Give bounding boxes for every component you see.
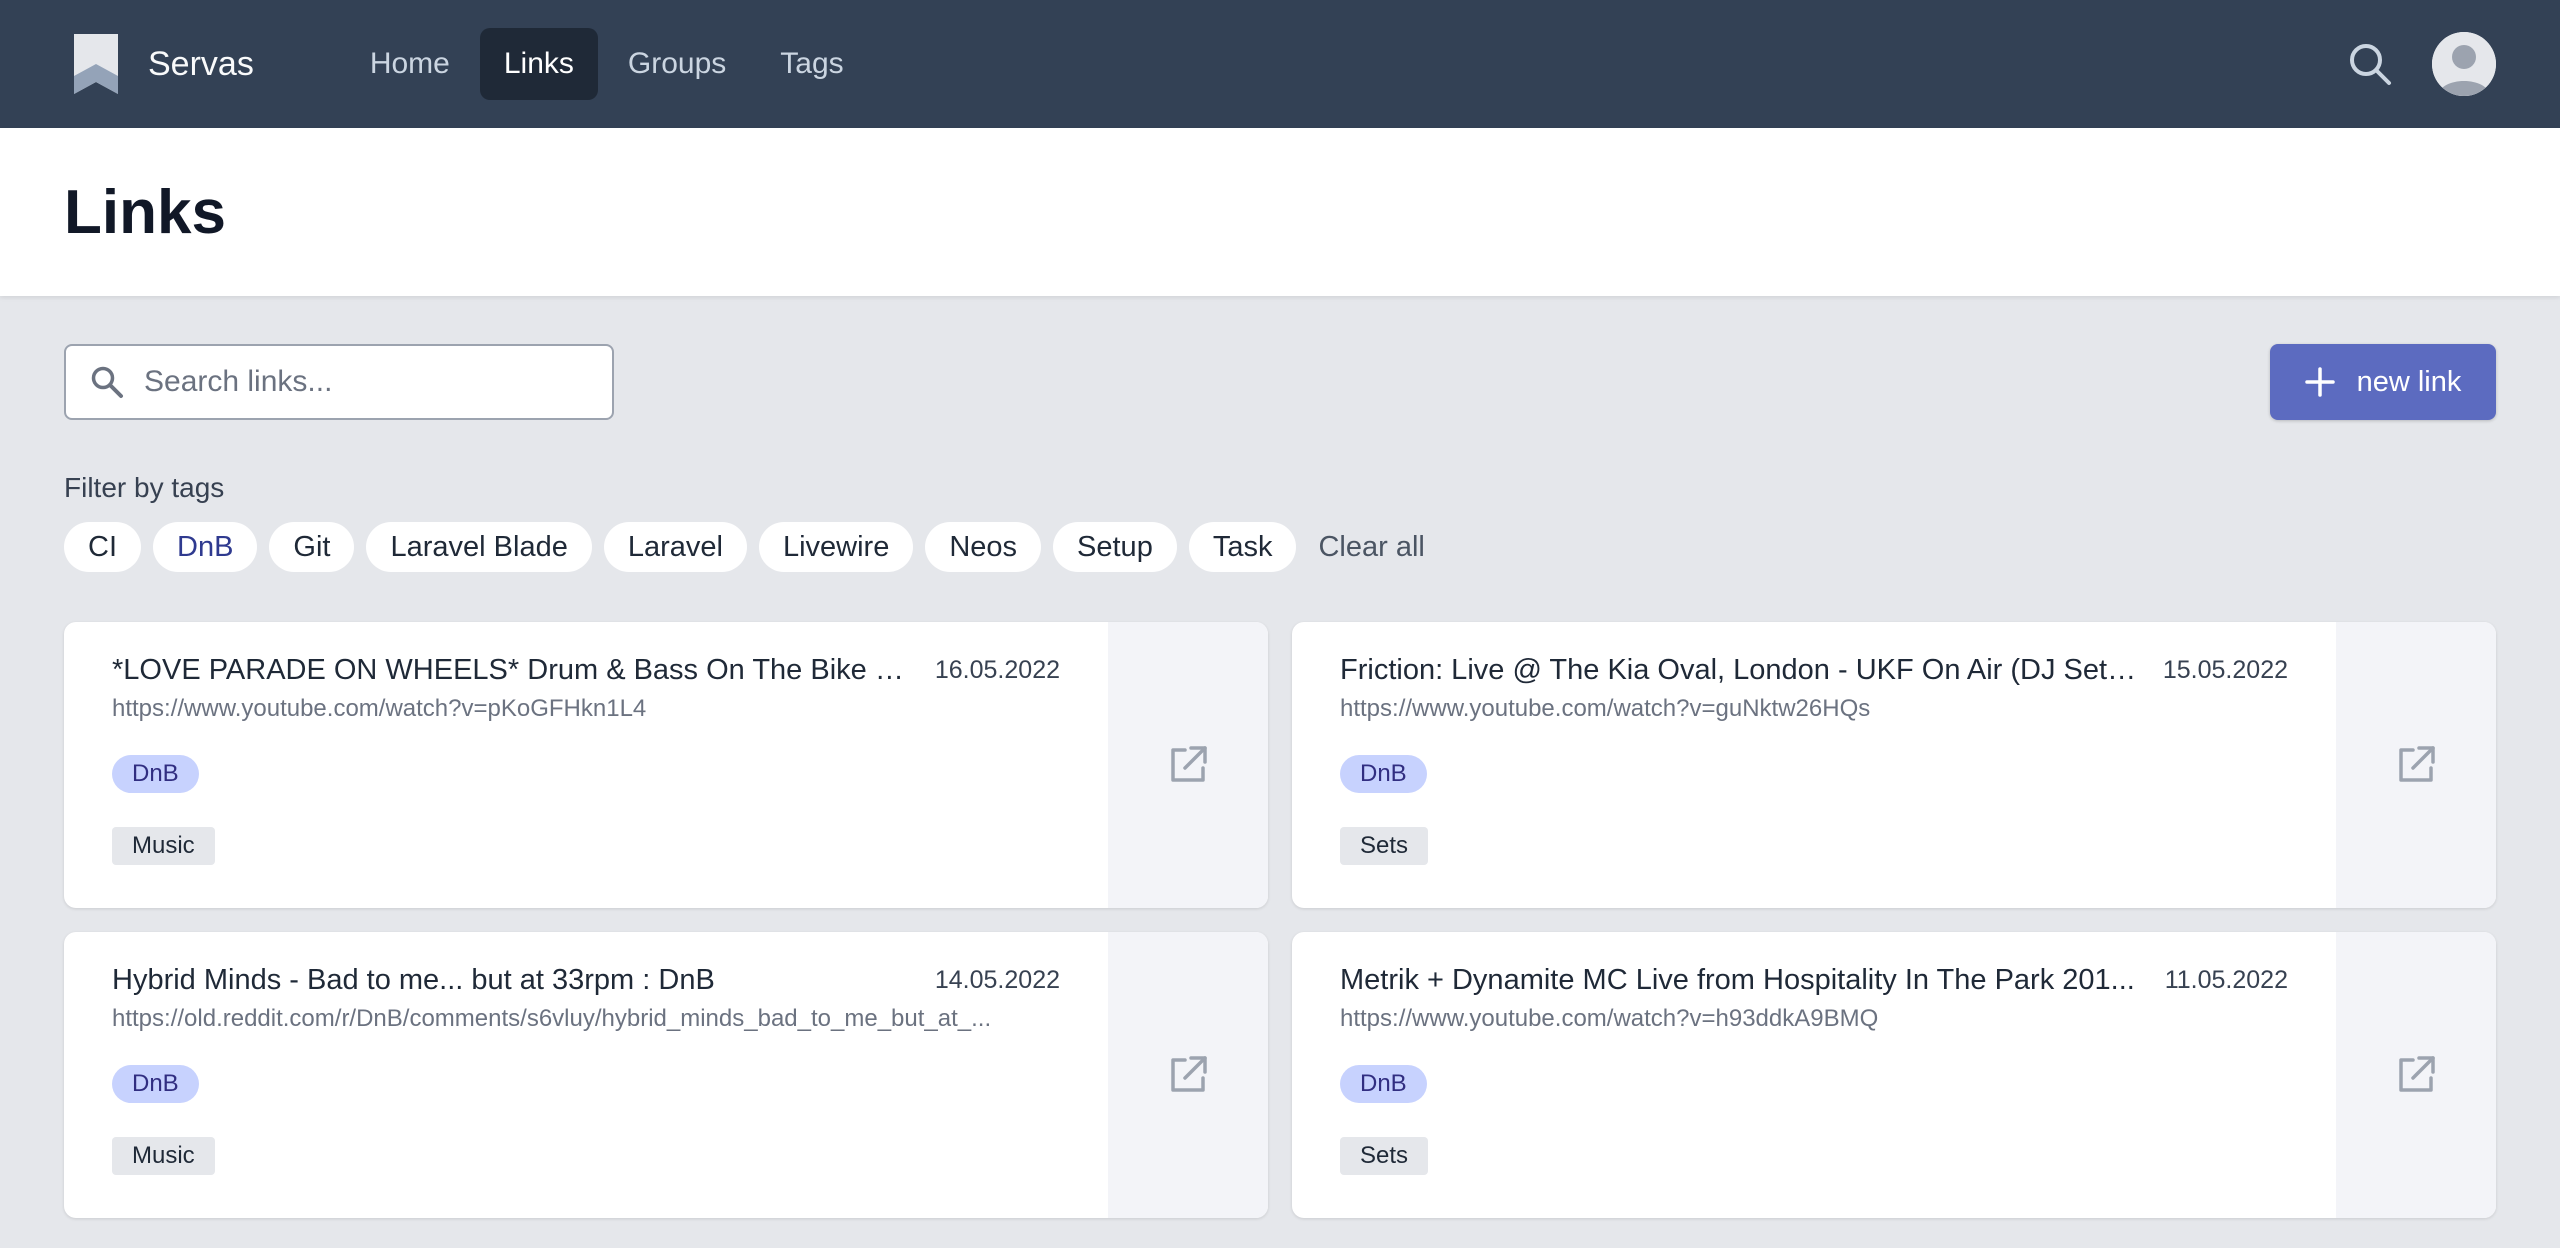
- links-grid: *LOVE PARADE ON WHEELS* Drum & Bass On T…: [64, 622, 2496, 1218]
- link-card-body[interactable]: Metrik + Dynamite MC Live from Hospitali…: [1292, 932, 2336, 1218]
- brand[interactable]: Servas: [72, 32, 254, 96]
- link-tag-badge[interactable]: DnB: [1340, 755, 1427, 793]
- link-card-body[interactable]: Friction: Live @ The Kia Oval, London - …: [1292, 622, 2336, 908]
- search-button[interactable]: [2344, 38, 2396, 90]
- link-title[interactable]: Metrik + Dynamite MC Live from Hospitali…: [1340, 964, 2135, 997]
- external-link-icon: [2399, 746, 2435, 782]
- new-link-label: new link: [2356, 365, 2462, 398]
- nav-actions: [2344, 32, 2496, 96]
- link-card: *LOVE PARADE ON WHEELS* Drum & Bass On T…: [64, 622, 1268, 908]
- nav-item-home[interactable]: Home: [346, 28, 474, 100]
- tag-chip-ci[interactable]: CI: [64, 522, 141, 572]
- link-tag-badge[interactable]: DnB: [112, 1065, 199, 1103]
- bookmark-logo-icon: [74, 34, 118, 94]
- open-link-button[interactable]: [2336, 622, 2496, 908]
- link-card: Metrik + Dynamite MC Live from Hospitali…: [1292, 932, 2496, 1218]
- link-date: 15.05.2022: [2162, 656, 2288, 684]
- link-card-body[interactable]: Hybrid Minds - Bad to me... but at 33rpm…: [64, 932, 1108, 1218]
- link-card: Hybrid Minds - Bad to me... but at 33rpm…: [64, 932, 1268, 1218]
- nav-item-tags[interactable]: Tags: [756, 28, 867, 100]
- tag-chip-git[interactable]: Git: [269, 522, 355, 572]
- link-title[interactable]: Friction: Live @ The Kia Oval, London - …: [1340, 654, 2140, 687]
- plus-icon: [2304, 367, 2335, 397]
- tag-filter-chips: CI DnB Git Laravel Blade Laravel Livewir…: [64, 522, 2496, 572]
- tag-chip-livewire[interactable]: Livewire: [758, 522, 914, 572]
- open-link-button[interactable]: [1108, 932, 1268, 1218]
- filter-label: Filter by tags: [64, 472, 225, 503]
- nav-item-groups[interactable]: Groups: [604, 28, 750, 100]
- external-link-icon: [2399, 1056, 2435, 1092]
- tag-chip-laravel[interactable]: Laravel: [603, 522, 747, 572]
- search-input[interactable]: [144, 365, 584, 399]
- link-date: 14.05.2022: [934, 966, 1060, 994]
- tag-chip-laravel-blade[interactable]: Laravel Blade: [366, 522, 592, 572]
- nav-links: Home Links Groups Tags: [346, 28, 868, 100]
- link-url: https://www.youtube.com/watch?v=pKoGFHkn…: [112, 695, 647, 722]
- nav-item-links[interactable]: Links: [479, 28, 598, 100]
- external-link-icon: [1171, 1056, 1207, 1092]
- new-link-button[interactable]: new link: [2270, 344, 2496, 420]
- open-link-button[interactable]: [2336, 932, 2496, 1218]
- link-date: 11.05.2022: [2164, 966, 2288, 994]
- link-group-badge[interactable]: Sets: [1340, 827, 1429, 865]
- link-title[interactable]: *LOVE PARADE ON WHEELS* Drum & Bass On T…: [112, 654, 912, 687]
- link-group-badge[interactable]: Sets: [1340, 1137, 1429, 1175]
- open-link-button[interactable]: [1108, 622, 1268, 908]
- link-group-badge[interactable]: Music: [112, 827, 215, 865]
- tag-chip-neos[interactable]: Neos: [925, 522, 1042, 572]
- toolbar: new link: [64, 344, 2496, 420]
- page-title: Links: [64, 177, 226, 247]
- brand-name: Servas: [148, 44, 254, 83]
- top-navbar: Servas Home Links Groups Tags: [0, 0, 2560, 128]
- link-date: 16.05.2022: [934, 656, 1060, 684]
- link-url: https://www.youtube.com/watch?v=h93ddkA9…: [1340, 1005, 1879, 1032]
- external-link-icon: [1171, 746, 1207, 782]
- search-icon: [2350, 44, 2391, 85]
- main-content: new link Filter by tags CI DnB Git Larav…: [0, 344, 2560, 1218]
- link-tag-badge[interactable]: DnB: [112, 755, 199, 793]
- clear-all-button[interactable]: Clear all: [1318, 531, 1424, 564]
- page-header: Links: [0, 128, 2560, 296]
- tag-chip-setup[interactable]: Setup: [1053, 522, 1177, 572]
- link-card: Friction: Live @ The Kia Oval, London - …: [1292, 622, 2496, 908]
- link-card-body[interactable]: *LOVE PARADE ON WHEELS* Drum & Bass On T…: [64, 622, 1108, 908]
- user-avatar-icon: [2432, 32, 2496, 96]
- search-box[interactable]: [64, 344, 614, 420]
- link-url: https://www.youtube.com/watch?v=guNktw26…: [1340, 695, 1871, 722]
- link-tag-badge[interactable]: DnB: [1340, 1065, 1427, 1103]
- search-icon: [91, 366, 123, 398]
- tag-chip-task[interactable]: Task: [1188, 522, 1297, 572]
- user-avatar[interactable]: [2432, 32, 2496, 96]
- link-group-badge[interactable]: Music: [112, 1137, 215, 1175]
- link-title[interactable]: Hybrid Minds - Bad to me... but at 33rpm…: [112, 964, 715, 997]
- link-url: https://old.reddit.com/r/DnB/comments/s6…: [112, 1005, 992, 1032]
- tag-chip-dnb[interactable]: DnB: [153, 522, 258, 572]
